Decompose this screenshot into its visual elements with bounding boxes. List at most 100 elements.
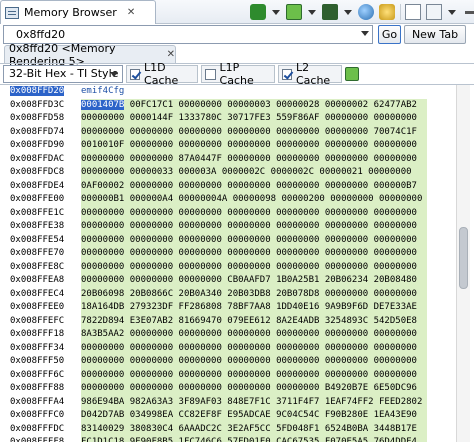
memory-row[interactable]: 20B06098 20B0866C 20B0A340 20B03DB8 20B0… <box>81 287 427 301</box>
memory-row[interactable]: 000000B1 000000A4 00000004A 00000098 000… <box>81 193 427 207</box>
address-row[interactable]: 0x008FFE8C <box>0 261 81 275</box>
memory-row[interactable]: 00000000 00000000 00000000 00000000 0000… <box>81 220 427 234</box>
memory-row[interactable]: 00000000 00000000 00000000 00000000 0000… <box>81 382 427 396</box>
format-select[interactable]: 32-Bit Hex - TI Style <box>3 65 123 83</box>
load-memory-icon[interactable] <box>322 4 338 20</box>
memory-row[interactable]: 0AF00002 00000000 00000000 00000000 0000… <box>81 179 427 193</box>
cache-settings-icon[interactable] <box>345 67 359 81</box>
address-row[interactable]: 0x008FFEC4 <box>0 288 81 302</box>
memory-view[interactable]: 0x008FFD20 0x008FFD3C 0x008FFD58 0x008FFD74… <box>0 84 474 442</box>
memory-row[interactable]: 18A164DB 279323DF FF286808 78BF7AA8 1DD4… <box>81 301 427 315</box>
copy-view-icon[interactable] <box>426 4 442 20</box>
memory-row[interactable]: 00000000 00000000 00000000 00000000 0000… <box>81 368 427 382</box>
address-row[interactable]: 0x008FFDE4 <box>0 180 81 194</box>
address-row[interactable]: 0x008FFFF8 <box>0 436 81 442</box>
l1p-checkbox[interactable] <box>205 68 216 80</box>
memory-row[interactable]: 8A3B5AA2 00000000 00000000 00000000 0000… <box>81 328 427 342</box>
address-label: 0x008FFF50 <box>10 356 65 366</box>
address-row[interactable]: 0x008FFFDC <box>0 423 81 437</box>
address-row[interactable]: 0x008FFE70 <box>0 247 81 261</box>
view-title-bar: Memory Browser ✕ <box>0 0 474 24</box>
address-row[interactable]: 0x008FFD74 <box>0 126 81 140</box>
memory-row[interactable]: 00000000 00000000 00000000 00000000 0000… <box>81 125 427 139</box>
vertical-scrollbar[interactable] <box>456 85 470 442</box>
view-menu-icon[interactable] <box>447 4 457 20</box>
address-row[interactable]: 0x008FFD20 <box>0 85 81 99</box>
selected-word[interactable]: 0001407B <box>81 99 125 110</box>
address-row[interactable]: 0x008FFDC8 <box>0 166 81 180</box>
memory-row[interactable]: 00000000 00000000 00000000 CB0AAFD7 1B0A… <box>81 274 427 288</box>
address-label: 0x008FFEC4 <box>10 288 65 299</box>
address-row[interactable]: 0x008FFF18 <box>0 328 81 342</box>
l1d-checkbox[interactable] <box>130 68 141 80</box>
chevron-down-icon <box>110 72 118 77</box>
address-row[interactable]: 0x008FFF50 <box>0 355 81 369</box>
memory-browser-view-tab[interactable]: Memory Browser ✕ <box>0 0 156 24</box>
address-row[interactable]: 0x008FFEFC <box>0 315 81 329</box>
memory-row[interactable]: 7822D894 E3E07AB2 81669470 079EE612 8A2E… <box>81 314 427 328</box>
memory-browser-icon <box>5 6 19 19</box>
l2-checkbox[interactable] <box>282 68 292 80</box>
address-label: 0x008FFE1C <box>10 207 65 218</box>
address-label: 0x008FFDE4 <box>10 180 65 191</box>
address-row[interactable]: 0x008FFF88 <box>0 382 81 396</box>
memory-row[interactable]: 00000000 00000000 00000000 00000000 0000… <box>81 206 427 220</box>
memory-row[interactable]: 986E94BA 982A63A3 3F89AF03 848E7F1C 3711… <box>81 395 427 409</box>
pin-icon[interactable] <box>379 4 395 20</box>
address-row[interactable]: 0x008FFF34 <box>0 342 81 356</box>
address-row[interactable]: 0x008FFE00 <box>0 193 81 207</box>
address-row[interactable]: 0x008FFDAC <box>0 153 81 167</box>
address-row[interactable]: 0x008FFF6C <box>0 369 81 383</box>
address-row[interactable]: 0x008FFFC0 <box>0 409 81 423</box>
memory-row[interactable]: D042D7AB 034998EA CC82EF8F E95ADCAE 9C04… <box>81 409 427 423</box>
view-title: Memory Browser <box>24 6 117 19</box>
address-label: 0x008FFF88 <box>10 383 65 393</box>
memory-row[interactable]: 00000000 00000000 00000000 00000000 0000… <box>81 233 427 247</box>
memory-row[interactable]: 00000000 00000033 000003A 0000002C 00000… <box>81 166 427 180</box>
refresh-icon[interactable] <box>250 4 266 20</box>
save-memory-icon[interactable] <box>286 4 302 20</box>
new-tab-button[interactable]: New Tab <box>404 25 466 44</box>
new-view-icon[interactable] <box>405 4 421 20</box>
save-dropdown-icon[interactable] <box>307 4 317 20</box>
memory-row[interactable]: 83140029 380830C4 6AAADC2C 3E2AF5CC 5FD0… <box>81 422 427 436</box>
memory-row[interactable]: 00000000 00000000 87A0447F 00000000 0000… <box>81 152 427 166</box>
memory-row[interactable]: 00000000 00000000 00000000 00000000 0000… <box>81 260 427 274</box>
address-label: 0x008FFE38 <box>10 221 65 231</box>
address-dropdown-icon[interactable] <box>361 31 369 36</box>
address-row[interactable]: 0x008FFE1C <box>0 207 81 221</box>
address-row[interactable]: 0x008FFD90 <box>0 139 81 153</box>
minimize-icon[interactable] <box>462 4 474 20</box>
memory-row[interactable]: 00000000 00000000 00000000 00000000 0000… <box>81 247 427 261</box>
memory-row[interactable]: 0010010F 00000000 00000000 00000000 0000… <box>81 139 427 153</box>
memory-row[interactable]: 00000000 00000000 00000000 00000000 0000… <box>81 355 427 369</box>
address-label[interactable]: 0x008FFD20 <box>10 86 65 96</box>
l2-cache-toggle[interactable]: L2 Cache <box>278 61 342 87</box>
close-view-icon[interactable]: ✕ <box>127 7 135 18</box>
memory-row[interactable]: 00000000 00000000 00000000 00000000 0000… <box>81 341 427 355</box>
link-icon[interactable] <box>358 4 374 20</box>
memory-row[interactable]: 00000000 0000144F 1333780C 30717FE3 559F… <box>81 112 427 126</box>
address-label: 0x008FFF34 <box>10 342 65 353</box>
memory-row[interactable]: 0001407B 00FC17C1 00000000 00000003 0000… <box>81 98 427 112</box>
refresh-dropdown-icon[interactable] <box>271 4 281 20</box>
address-row[interactable]: 0x008FFEA8 <box>0 274 81 288</box>
scrollbar-thumb[interactable] <box>459 227 468 289</box>
go-button[interactable]: Go <box>378 25 401 44</box>
address-row[interactable]: 0x008FFD58 <box>0 112 81 126</box>
load-dropdown-icon[interactable] <box>343 4 353 20</box>
l1d-cache-toggle[interactable]: L1D Cache <box>126 61 198 87</box>
address-column: 0x008FFD20 0x008FFD3C 0x008FFD58 0x008FFD74… <box>0 85 81 442</box>
l1p-cache-toggle[interactable]: L1P Cache <box>201 61 275 87</box>
address-label: 0x008FFE70 <box>10 248 65 258</box>
address-row[interactable]: 0x008FFFA4 <box>0 396 81 410</box>
memory-row[interactable]: FC1D1C18 9F90F8B5 1FC746C6 57FD01F0 CAC6… <box>81 436 427 442</box>
address-row[interactable]: 0x008FFE54 <box>0 234 81 248</box>
address-label: 0x008FFEFC <box>10 315 65 326</box>
address-row[interactable]: 0x008FFEE0 <box>0 301 81 315</box>
address-row[interactable]: 0x008FFD3C <box>0 99 81 113</box>
address-label: 0x008FFF6C <box>10 369 65 380</box>
address-label: 0x008FFE00 <box>10 194 65 204</box>
address-row[interactable]: 0x008FFE38 <box>0 220 81 234</box>
close-rendering-icon[interactable]: ✕ <box>167 49 175 60</box>
